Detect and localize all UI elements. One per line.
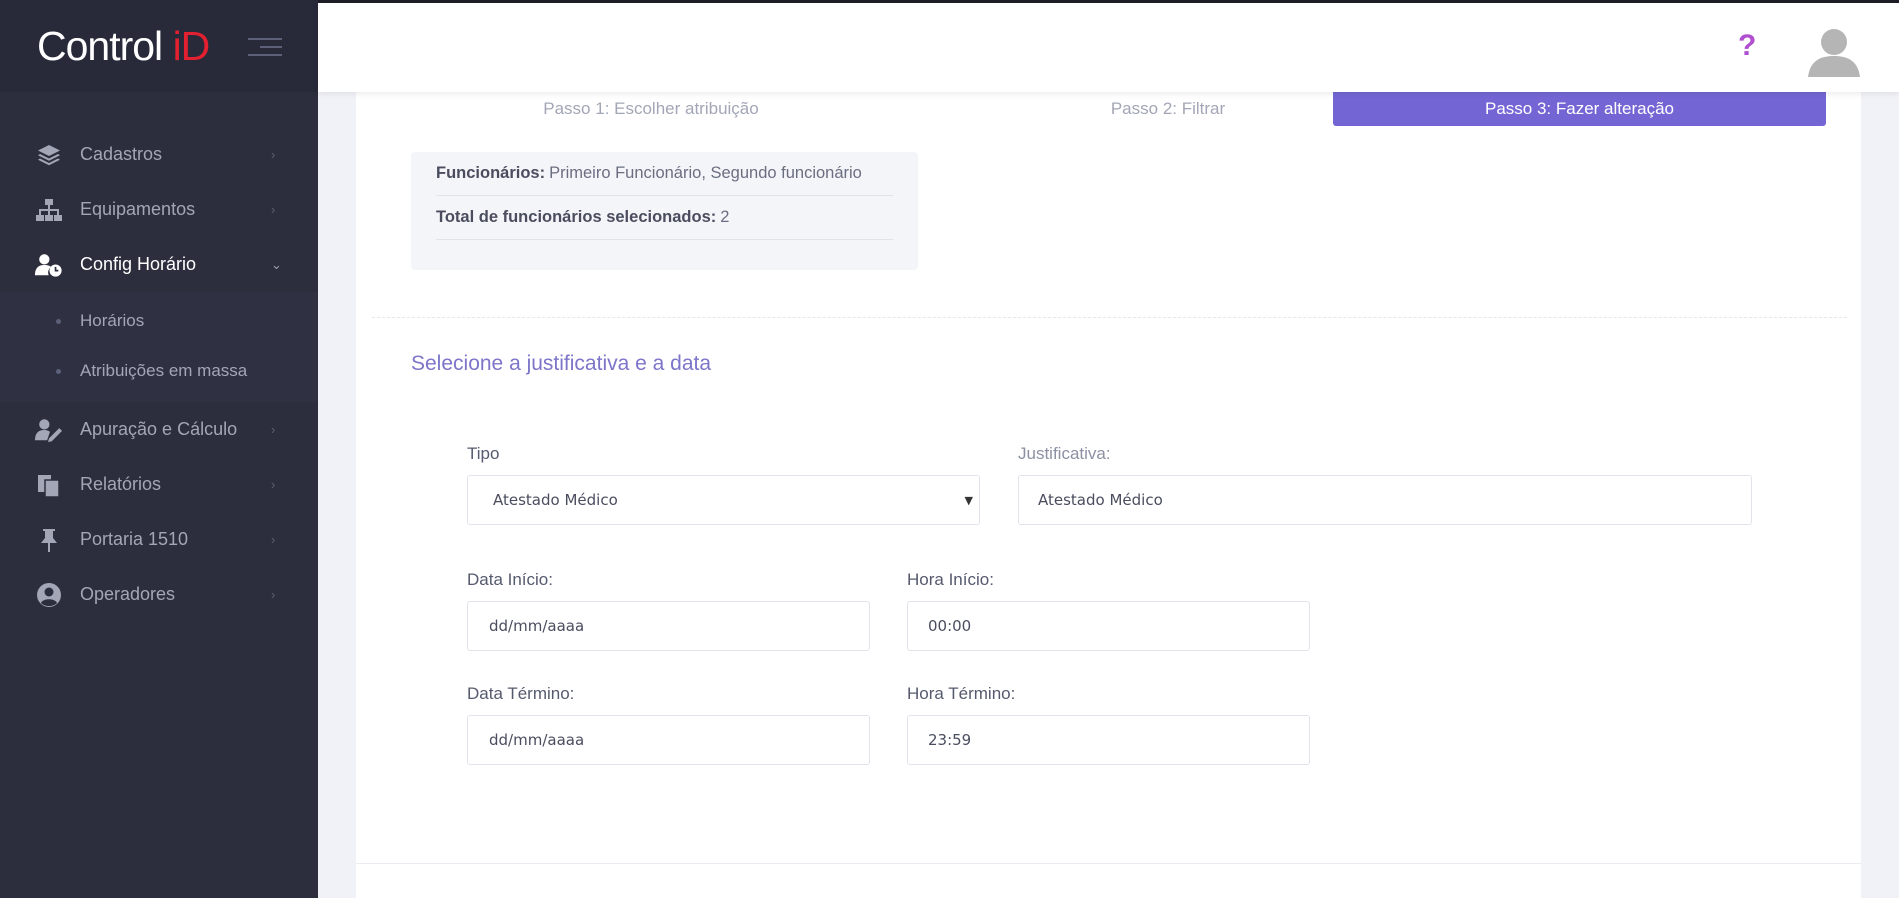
user-edit-icon	[35, 416, 63, 444]
bullet-icon	[56, 318, 61, 324]
copy-icon	[35, 471, 63, 499]
sitemap-icon	[35, 196, 63, 224]
main-card: Passo 1: Escolher atribuição Passo 2: Fi…	[356, 92, 1861, 898]
chevron-right-icon: ›	[271, 202, 276, 217]
data-inicio-input[interactable]: dd/mm/aaaa	[467, 601, 870, 651]
card-footer-divider	[356, 863, 1861, 864]
sidebar-item-label: Config Horário	[80, 254, 197, 274]
hora-termino-input[interactable]: 23:59	[907, 715, 1310, 765]
chevron-down-icon: ⌄	[271, 256, 282, 272]
sidebar-subitem-label: Horários	[80, 311, 145, 330]
sidebar-menu: Cadastros › Equipamentos › Config Horári…	[0, 127, 318, 622]
data-inicio-label: Data Início:	[467, 570, 553, 589]
help-icon[interactable]: ?	[1738, 29, 1756, 63]
sidebar-item-config-horario[interactable]: Config Horário ⌄	[0, 237, 318, 292]
hora-termino-label: Hora Término:	[907, 684, 1016, 703]
top-bar: ?	[318, 0, 1899, 92]
summary-employees-row: Funcionários: Primeiro Funcionário, Segu…	[436, 152, 893, 196]
chevron-right-icon: ›	[271, 587, 276, 602]
submenu-config-horario: Horários Atribuições em massa	[0, 292, 318, 402]
summary-total-row: Total de funcionários selecionados: 2	[436, 196, 893, 240]
selection-summary: Funcionários: Primeiro Funcionário, Segu…	[411, 152, 918, 270]
justificativa-label: Justificativa:	[1018, 444, 1111, 463]
thumbtack-icon	[35, 526, 63, 554]
wizard-steps: Passo 1: Escolher atribuição Passo 2: Fi…	[356, 92, 1861, 126]
justificativa-input[interactable]: Atestado Médico	[1018, 475, 1752, 525]
sidebar-item-label: Equipamentos	[80, 199, 196, 219]
sidebar-item-equipamentos[interactable]: Equipamentos ›	[0, 182, 318, 237]
sidebar-item-portaria-1510[interactable]: Portaria 1510 ›	[0, 512, 318, 567]
data-termino-input[interactable]: dd/mm/aaaa	[467, 715, 870, 765]
bullet-icon	[56, 368, 61, 374]
data-inicio-value: dd/mm/aaaa	[489, 617, 585, 635]
tipo-label: Tipo	[467, 444, 500, 463]
logo-main-text: Control	[37, 22, 173, 69]
section-title: Selecione a justificativa e a data	[411, 352, 712, 375]
sidebar-subitem-horarios[interactable]: Horários	[0, 296, 318, 346]
chevron-right-icon: ›	[271, 532, 276, 547]
chevron-right-icon: ›	[271, 477, 276, 492]
dropdown-arrow-icon: ▼	[964, 494, 973, 507]
brand-header: Control iD	[0, 0, 318, 92]
sidebar-item-cadastros[interactable]: Cadastros ›	[0, 127, 318, 182]
step-1-tab[interactable]: Passo 1: Escolher atribuição	[406, 92, 896, 126]
section-divider	[372, 317, 1847, 318]
chevron-right-icon: ›	[271, 147, 276, 162]
sidebar-item-label: Apuração e Cálculo	[80, 419, 238, 439]
sidebar-item-operadores[interactable]: Operadores ›	[0, 567, 318, 622]
layers-icon	[35, 141, 63, 169]
sidebar-item-label: Cadastros	[80, 144, 163, 164]
total-value: 2	[720, 208, 730, 226]
tipo-select-value: Atestado Médico	[493, 491, 618, 509]
user-clock-icon	[35, 251, 63, 279]
hora-inicio-label: Hora Início:	[907, 570, 994, 589]
menu-toggle-icon[interactable]	[248, 38, 282, 62]
user-circle-icon	[35, 581, 63, 609]
user-avatar-icon[interactable]	[1806, 23, 1862, 79]
data-termino-value: dd/mm/aaaa	[489, 731, 585, 749]
sidebar-subitem-label: Atribuições em massa	[80, 361, 248, 380]
logo-accent-text: iD	[172, 22, 211, 69]
hora-inicio-input[interactable]: 00:00	[907, 601, 1310, 651]
sidebar-item-label: Operadores	[80, 584, 176, 604]
chevron-right-icon: ›	[271, 422, 276, 437]
hora-inicio-value: 00:00	[928, 617, 972, 635]
total-label: Total de funcionários selecionados:	[436, 208, 717, 226]
sidebar-item-apuracao-calculo[interactable]: Apuração e Cálculo ›	[0, 402, 318, 457]
logo[interactable]: Control iD	[37, 22, 211, 70]
justificativa-value: Atestado Médico	[1038, 491, 1163, 509]
sidebar-item-relatorios[interactable]: Relatórios ›	[0, 457, 318, 512]
sidebar-subitem-atribuicoes-em-massa[interactable]: Atribuições em massa	[0, 346, 318, 396]
hora-termino-value: 23:59	[928, 731, 972, 749]
sidebar-item-label: Portaria 1510	[80, 529, 189, 549]
employees-label: Funcionários:	[436, 164, 546, 182]
data-termino-label: Data Término:	[467, 684, 575, 703]
employees-value: Primeiro Funcionário, Segundo funcionári…	[549, 164, 862, 182]
sidebar-item-label: Relatórios	[80, 474, 162, 494]
step-3-tab[interactable]: Passo 3: Fazer alteração	[1333, 92, 1826, 126]
tipo-select[interactable]: Atestado Médico ▼	[467, 475, 980, 525]
sidebar: Control iD Cadastros › Equipamentos › Co…	[0, 0, 318, 898]
